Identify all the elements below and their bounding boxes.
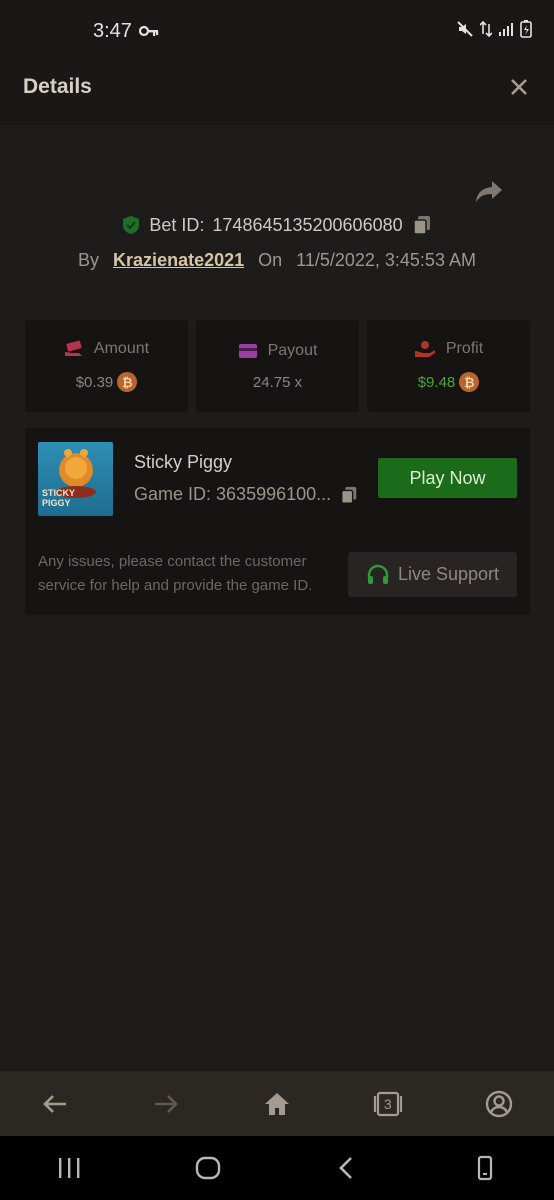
on-label: On [258,250,283,270]
details-header: Details [0,50,554,125]
home-button[interactable] [257,1084,297,1124]
phone-icon [477,1155,492,1181]
bet-id-value: 1748645135200606080 [212,214,403,235]
back-button[interactable] [35,1084,75,1124]
system-back-icon [339,1157,353,1179]
page-title: Details [23,75,92,98]
game-id-value: 3635996100... [216,484,332,504]
live-support-button[interactable]: Live Support [348,552,517,597]
bet-id-label: Bet ID: [149,214,205,235]
play-now-button[interactable]: Play Now [378,458,517,498]
copy-icon[interactable] [411,214,433,236]
game-id-row: Game ID: 3635996100... [134,484,359,505]
close-icon[interactable] [508,76,530,98]
system-home-icon [195,1156,220,1180]
payout-value: 24.75 x [252,373,303,391]
data-transfer-icon [480,20,492,38]
tab-count: 3 [383,1096,392,1112]
profile-button[interactable] [479,1084,519,1124]
game-id-label: Game ID: [134,484,212,504]
amount-card: Amount $0.39 ₿ [25,320,188,412]
game-thumbnail[interactable]: STICKY PIGGY [38,442,113,516]
copy-icon[interactable] [339,485,359,505]
profit-value: $9.48 [417,373,456,391]
shield-check-icon [123,216,140,234]
status-bar: 3:47 [0,0,554,50]
live-support-label: Live Support [397,564,500,584]
game-card: STICKY PIGGY Sticky Piggy Game ID: 36359… [25,428,530,615]
forward-arrow-icon [155,1094,179,1113]
game-name: Sticky Piggy [134,452,233,472]
battery-icon [520,20,532,38]
profile-icon [485,1090,512,1117]
by-label: By [78,250,100,270]
bitcoin-icon: ₿ [459,372,480,392]
forward-button[interactable] [146,1084,186,1124]
amount-label: Amount [93,340,150,357]
recent-apps-button[interactable] [49,1148,89,1188]
share-icon[interactable] [474,176,504,206]
home-icon [264,1092,289,1115]
recent-apps-icon [59,1158,80,1178]
headset-icon [367,564,389,584]
mute-icon [457,21,473,37]
profit-label: Profit [445,340,484,357]
username-link[interactable]: Krazienate2021 [113,250,244,271]
status-time: 3:47 [93,20,132,42]
browser-toolbar: 3 [0,1071,554,1136]
support-notice: Any issues, please contact the customer … [38,553,313,594]
bitcoin-icon: ₿ [117,372,138,392]
status-icons [456,20,532,38]
back-arrow-icon [43,1094,67,1113]
key-icon [139,25,159,37]
amount-value: $0.39 [75,373,114,391]
payout-card: Payout 24.75 x [196,320,359,412]
keyboard-toggle-button[interactable] [465,1148,505,1188]
bill-hand-icon [64,340,82,356]
signal-icon [499,23,513,36]
bet-datetime: 11/5/2022, 3:45:53 AM [296,250,476,270]
system-nav-bar [0,1136,554,1200]
bet-id-row: Bet ID: 1748645135200606080 [0,214,554,236]
tabs-button[interactable]: 3 [368,1084,408,1124]
system-back-button[interactable] [326,1148,366,1188]
profit-card: Profit $9.48 ₿ [367,320,530,412]
payout-label: Payout [267,341,318,359]
bet-meta-row: By Krazienate2021 On 11/5/2022, 3:45:53 … [0,250,554,271]
card-icon [238,343,257,358]
bet-stats: Amount $0.39 ₿ Payout 24.75 x Profit $9.… [25,320,530,412]
system-home-button[interactable] [188,1148,228,1188]
hand-coin-icon [414,341,435,357]
thumb-text: STICKY PIGGY [42,488,75,508]
